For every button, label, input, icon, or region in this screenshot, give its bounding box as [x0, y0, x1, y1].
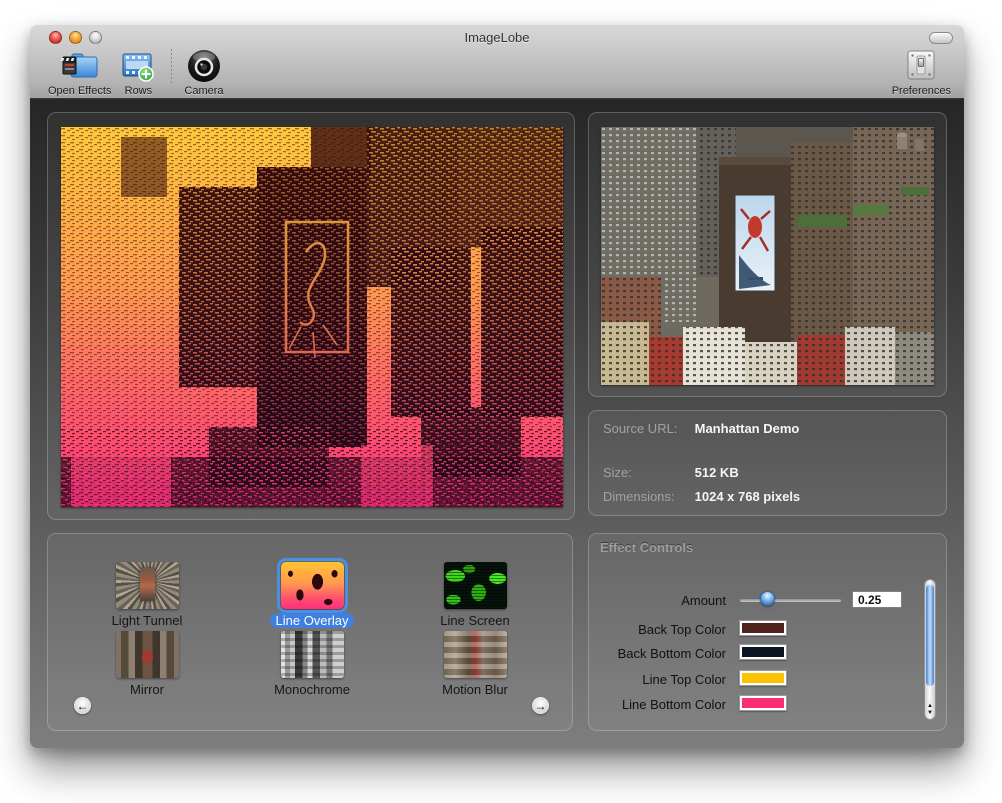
- processed-preview-panel: [47, 112, 575, 520]
- back-bottom-color-swatch: [742, 647, 784, 657]
- original-manhattan-photo: [601, 127, 934, 385]
- light-switch-icon: [903, 47, 939, 84]
- toolbar-separator: [171, 49, 172, 83]
- effect-item-motion-blur[interactable]: Motion Blur: [400, 629, 550, 699]
- scroll-down-arrow-icon[interactable]: ▼: [927, 710, 933, 716]
- back-top-color-row: Back Top Color: [589, 620, 946, 638]
- effects-browser-panel: Light Tunnel Line Overlay Line Screen Mi…: [47, 533, 573, 731]
- size-row: Size: 512 KB: [603, 465, 936, 480]
- effect-label: Motion Blur: [436, 682, 514, 697]
- back-bottom-color-well[interactable]: [739, 644, 787, 660]
- source-url-value: Manhattan Demo: [695, 421, 800, 436]
- scrollbar-thumb[interactable]: [926, 584, 934, 686]
- effect-item-line-screen[interactable]: Line Screen: [400, 560, 550, 630]
- back-top-color-well[interactable]: [739, 620, 787, 636]
- controls-scrollbar[interactable]: ▲ ▼: [924, 579, 936, 720]
- line-bottom-color-row: Line Bottom Color: [589, 695, 946, 713]
- effect-item-light-tunnel[interactable]: Light Tunnel: [72, 560, 222, 630]
- previous-effects-page-button[interactable]: ←: [74, 697, 91, 714]
- line-top-color-row: Line Top Color: [589, 670, 946, 688]
- line-bottom-color-swatch: [742, 698, 784, 708]
- effect-label: Mirror: [124, 682, 170, 697]
- line-bottom-color-well[interactable]: [739, 695, 787, 711]
- processed-image-line-overlay: [61, 127, 563, 507]
- back-bottom-color-label: Back Bottom Color: [618, 646, 726, 661]
- amount-label: Amount: [681, 593, 726, 608]
- effect-controls-title: Effect Controls: [600, 540, 693, 555]
- rows-label: Rows: [125, 85, 153, 97]
- dimensions-row: Dimensions: 1024 x 768 pixels: [603, 489, 936, 504]
- film-rows-icon: [120, 47, 156, 84]
- line-top-color-well[interactable]: [739, 670, 787, 686]
- camera-button[interactable]: Camera: [184, 47, 223, 97]
- line-top-color-swatch: [742, 673, 784, 683]
- toolbar-toggle-pill-button[interactable]: [929, 32, 953, 44]
- effects-folder-icon: [60, 47, 100, 84]
- effect-label: Monochrome: [268, 682, 356, 697]
- effect-label: Light Tunnel: [106, 613, 189, 628]
- source-url-row: Source URL: Manhattan Demo: [603, 421, 936, 436]
- dimensions-label: Dimensions:: [603, 489, 691, 504]
- dimensions-value: 1024 x 768 pixels: [695, 489, 801, 504]
- line-screen-thumbnail[interactable]: [444, 562, 507, 609]
- toolbar: Open Effects: [48, 47, 233, 97]
- titlebar: ImageLobe: [30, 25, 964, 99]
- monochrome-thumbnail[interactable]: [281, 631, 344, 678]
- amount-input[interactable]: [852, 591, 902, 608]
- line-bottom-color-label: Line Bottom Color: [622, 697, 726, 712]
- light-tunnel-thumbnail[interactable]: [116, 562, 179, 609]
- desktop: { "window": { "title": "ImageLobe" }, "t…: [0, 0, 1002, 803]
- preferences-label: Preferences: [892, 85, 951, 97]
- size-label: Size:: [603, 465, 691, 480]
- main-content: Source URL: Manhattan Demo Size: 512 KB …: [30, 99, 964, 748]
- open-effects-button[interactable]: Open Effects: [48, 47, 111, 97]
- mirror-thumbnail[interactable]: [116, 631, 179, 678]
- imagelobe-window: ImageLobe: [30, 25, 964, 748]
- effect-item-monochrome[interactable]: Monochrome: [237, 629, 387, 699]
- spiderman-billboard: [735, 195, 775, 291]
- camera-label: Camera: [184, 85, 223, 97]
- effect-controls-panel: Effect Controls Amount Back Top Color Ba…: [588, 533, 947, 731]
- amount-row: Amount: [589, 591, 946, 609]
- back-top-color-label: Back Top Color: [638, 622, 726, 637]
- window-title: ImageLobe: [30, 30, 964, 45]
- back-top-color-swatch: [742, 623, 784, 633]
- left-arrow-icon: ←: [77, 700, 89, 712]
- next-effects-page-button[interactable]: →: [532, 697, 549, 714]
- right-arrow-icon: →: [535, 700, 547, 712]
- motion-blur-thumbnail[interactable]: [444, 631, 507, 678]
- amount-slider-track[interactable]: [739, 598, 842, 603]
- rows-button[interactable]: Rows: [120, 47, 156, 97]
- open-effects-label: Open Effects: [48, 85, 111, 97]
- back-bottom-color-row: Back Bottom Color: [589, 644, 946, 662]
- effect-label-selected: Line Overlay: [270, 613, 355, 628]
- camera-icon: [185, 47, 223, 84]
- line-overlay-thumbnail[interactable]: [281, 562, 344, 609]
- preferences-button[interactable]: Preferences: [892, 47, 951, 97]
- line-top-color-label: Line Top Color: [642, 672, 726, 687]
- scroll-up-arrow-icon[interactable]: ▲: [927, 703, 933, 709]
- source-url-label: Source URL:: [603, 421, 691, 436]
- original-image-panel: [588, 112, 947, 397]
- effect-item-mirror[interactable]: Mirror: [72, 629, 222, 699]
- source-info-panel: Source URL: Manhattan Demo Size: 512 KB …: [588, 410, 947, 516]
- size-value: 512 KB: [695, 465, 739, 480]
- effect-label: Line Screen: [434, 613, 515, 628]
- effect-item-line-overlay-selected[interactable]: Line Overlay: [237, 560, 387, 630]
- amount-slider-knob[interactable]: [760, 591, 775, 606]
